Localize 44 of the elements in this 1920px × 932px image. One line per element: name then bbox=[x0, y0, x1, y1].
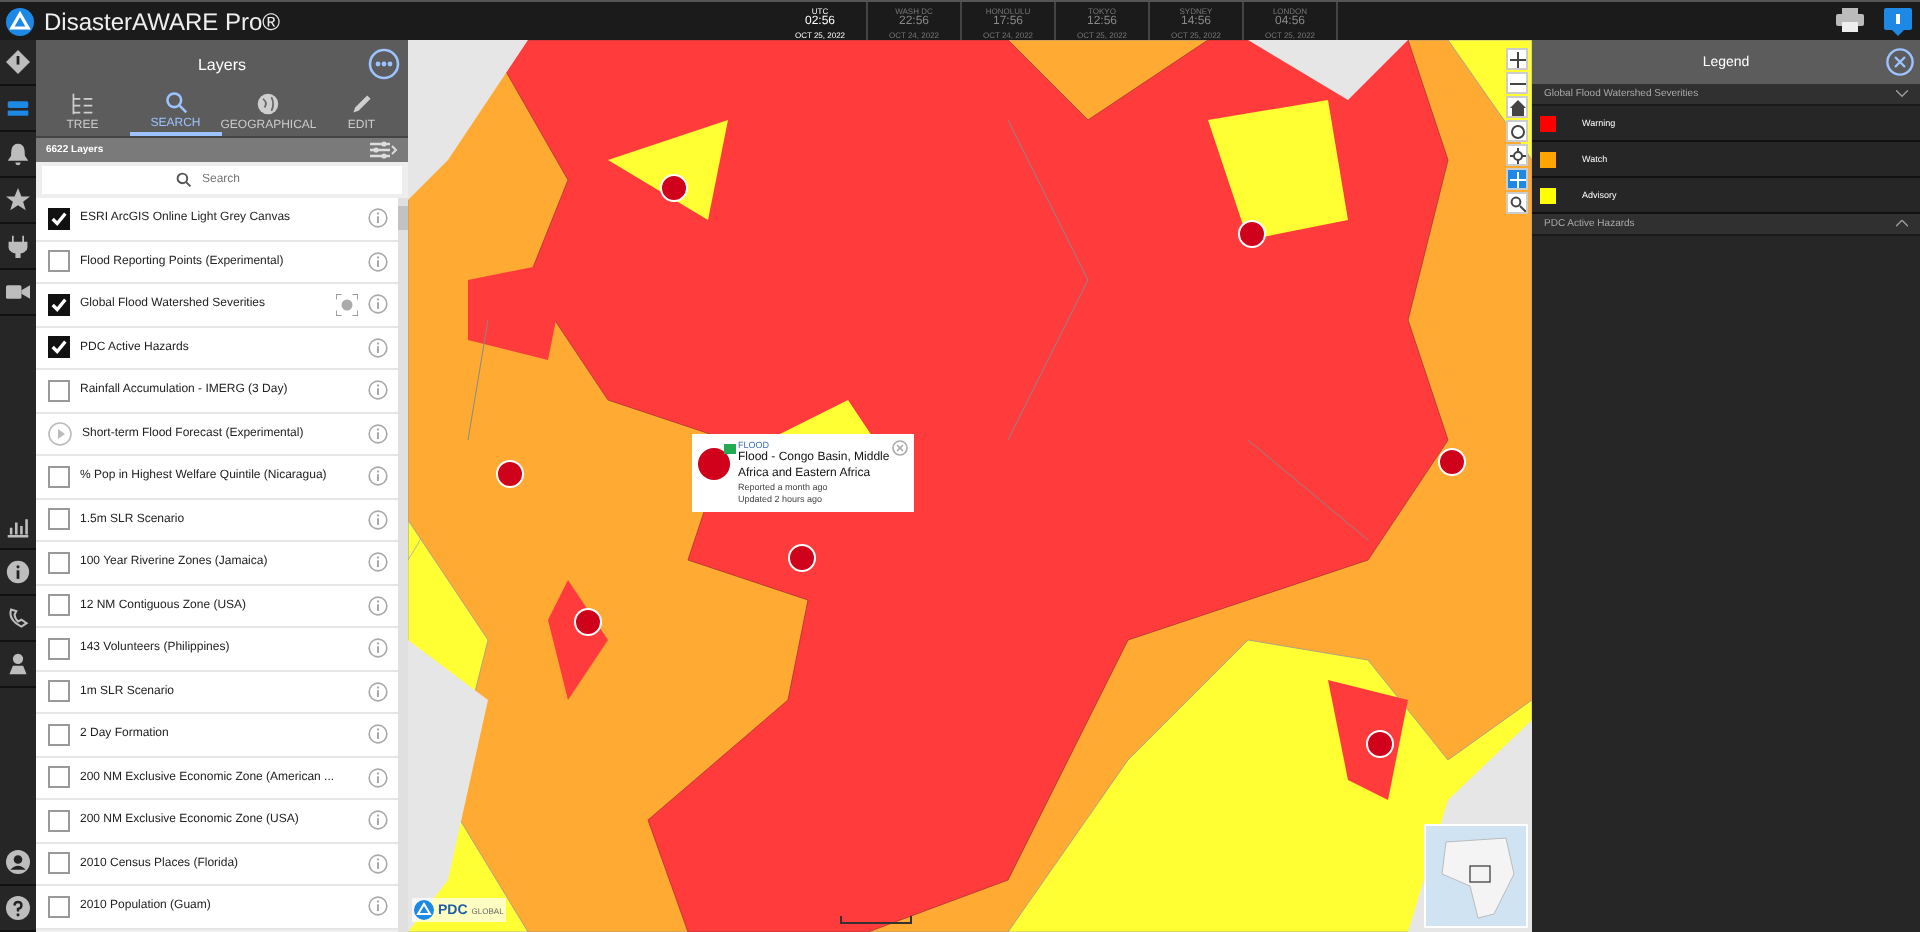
pan-icon[interactable] bbox=[1506, 168, 1528, 190]
scale-bar bbox=[840, 916, 912, 924]
panel-title: Layers bbox=[197, 55, 246, 73]
checkbox[interactable] bbox=[48, 809, 70, 832]
checkbox[interactable] bbox=[48, 637, 70, 660]
checkbox[interactable] bbox=[48, 465, 70, 488]
search-icon[interactable] bbox=[1506, 192, 1528, 214]
app-logo-icon bbox=[6, 7, 34, 35]
checkbox[interactable] bbox=[48, 852, 70, 875]
search-icon bbox=[176, 172, 192, 188]
checkbox[interactable] bbox=[48, 895, 70, 918]
refresh-icon[interactable] bbox=[1506, 120, 1528, 142]
scrollbar[interactable] bbox=[398, 198, 408, 932]
pencil-icon bbox=[349, 92, 374, 116]
overview-map-drawing[interactable] bbox=[1424, 824, 1528, 928]
checkbox[interactable] bbox=[48, 680, 70, 703]
tree-icon bbox=[70, 92, 95, 116]
checkbox[interactable] bbox=[48, 293, 70, 316]
checkbox[interactable] bbox=[48, 250, 70, 273]
flood-hazard-icon bbox=[698, 448, 730, 480]
checkbox[interactable] bbox=[48, 551, 70, 574]
checkbox[interactable] bbox=[48, 207, 70, 230]
chat-icon[interactable] bbox=[1884, 7, 1912, 35]
checkbox[interactable] bbox=[48, 723, 70, 746]
print-icon[interactable] bbox=[1836, 7, 1864, 35]
close-icon[interactable] bbox=[1886, 48, 1914, 76]
app-title: DisasterAWARE Pro® bbox=[44, 7, 280, 35]
home-icon[interactable] bbox=[1506, 96, 1528, 118]
checkbox[interactable] bbox=[48, 766, 70, 789]
search-icon bbox=[163, 90, 188, 114]
checkbox[interactable] bbox=[48, 379, 70, 402]
checkbox[interactable] bbox=[48, 336, 70, 359]
zoom-to-layer-icon[interactable] bbox=[336, 293, 358, 316]
more-icon[interactable] bbox=[368, 48, 400, 80]
zoom-in-icon[interactable] bbox=[1506, 48, 1528, 70]
filter-icon[interactable] bbox=[370, 140, 398, 160]
caret-icon[interactable] bbox=[1896, 90, 1908, 98]
checkbox[interactable] bbox=[48, 594, 70, 617]
close-icon[interactable] bbox=[892, 440, 908, 456]
checkbox[interactable] bbox=[48, 508, 70, 531]
caret-icon[interactable] bbox=[1896, 220, 1908, 228]
location-icon[interactable] bbox=[1506, 144, 1528, 166]
play-toggle-icon[interactable] bbox=[48, 421, 72, 446]
zoom-out-icon[interactable] bbox=[1506, 72, 1528, 94]
